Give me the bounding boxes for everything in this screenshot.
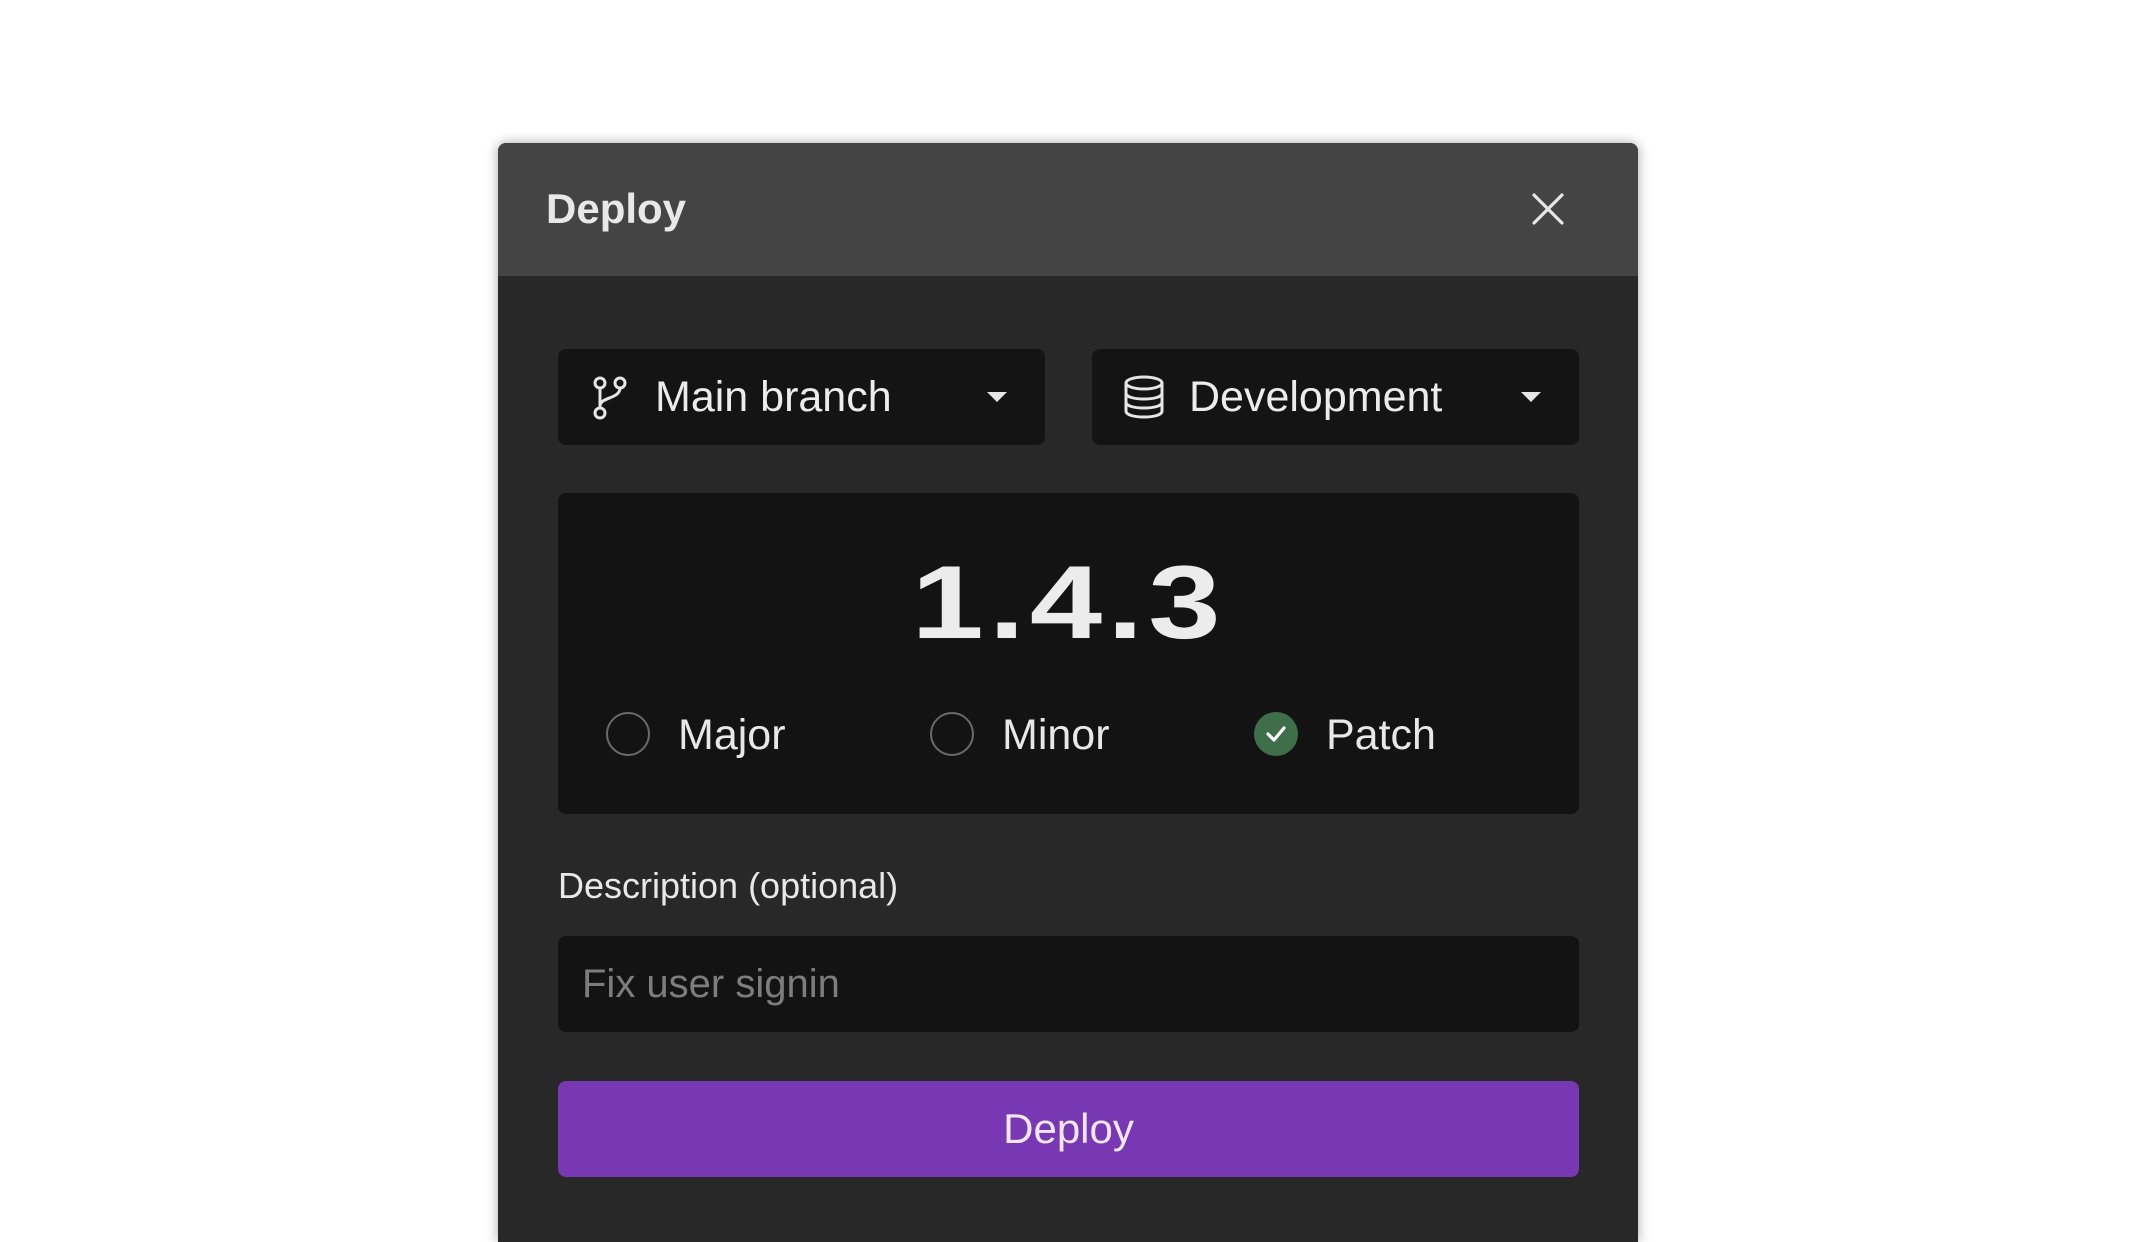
close-button[interactable]: [1528, 189, 1568, 229]
description-input[interactable]: [558, 936, 1579, 1032]
deploy-dialog: Deploy Main branch Development 1.4.3 Maj…: [498, 143, 1638, 1242]
radio-label: Minor: [1002, 711, 1110, 759]
radio-circle-checked: [1254, 712, 1298, 756]
git-branch-icon: [593, 376, 627, 420]
close-icon: [1532, 193, 1564, 225]
caret-down-icon: [1521, 392, 1541, 402]
dialog-title: Deploy: [546, 185, 687, 232]
radio-label: Major: [678, 711, 786, 759]
dialog-header: Deploy: [498, 143, 1638, 276]
environment-select[interactable]: Development: [1092, 349, 1579, 445]
deploy-button[interactable]: Deploy: [558, 1081, 1579, 1177]
checkmark-icon: [1266, 726, 1286, 742]
database-icon: [1124, 375, 1164, 419]
radio-circle: [930, 712, 974, 756]
radio-circle: [606, 712, 650, 756]
description-label: Description (optional): [558, 865, 899, 906]
version-panel: 1.4.3 Major Minor Patch: [558, 493, 1579, 814]
radio-label: Patch: [1326, 711, 1436, 759]
branch-select-value: Main branch: [655, 373, 892, 421]
branch-select[interactable]: Main branch: [558, 349, 1045, 445]
version-number: 1.4.3: [911, 545, 1226, 661]
environment-select-value: Development: [1189, 373, 1443, 421]
caret-down-icon: [987, 392, 1007, 402]
